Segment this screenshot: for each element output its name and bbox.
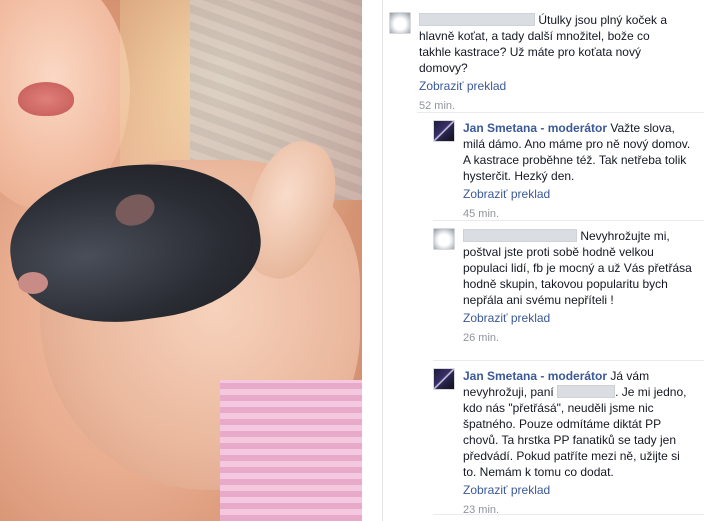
see-translation-link[interactable]: Zobraziť preklad (463, 310, 695, 326)
divider (417, 112, 704, 113)
comment-text: Jan Smetana - moderátor Já vám nevyhrožu… (463, 368, 693, 480)
kitten-nose (18, 272, 48, 294)
cat-avatar-icon[interactable] (433, 228, 455, 250)
comment-timestamp[interactable]: 26 min. (463, 330, 695, 346)
divider (433, 514, 704, 515)
divider (433, 220, 704, 221)
comment-text: Jan Smetana - moderátor Važte slova, mil… (463, 120, 693, 184)
reply: Jan Smetana - moderátor Važte slova, mil… (433, 120, 703, 222)
moderator-avatar-icon[interactable] (433, 120, 455, 142)
redacted-name (557, 385, 616, 398)
see-translation-link[interactable]: Zobraziť preklad (419, 78, 669, 94)
redacted-author-name[interactable] (419, 13, 535, 26)
comment-timestamp[interactable]: 23 min. (463, 502, 693, 518)
comment-text: Nevyhrožujte mi, poštval jste proti sobě… (463, 228, 695, 308)
comment-body-continued: . Je mi jedno, kdo nás "přetřásá", neudě… (463, 385, 687, 479)
comment: Útulky jsou plný koček a hlavně koťat, a… (389, 12, 689, 114)
author-name[interactable]: Jan Smetana - moderátor (463, 369, 607, 383)
cat-avatar-icon[interactable] (389, 12, 411, 34)
reply: Jan Smetana - moderátor Já vám nevyhrožu… (433, 368, 703, 518)
pink-sleeve (220, 380, 362, 521)
see-translation-link[interactable]: Zobraziť preklad (463, 482, 693, 498)
moderator-avatar-icon[interactable] (433, 368, 455, 390)
comments-panel: Útulky jsou plný koček a hlavně koťat, a… (382, 0, 704, 521)
child-lips (18, 82, 74, 116)
comment-text: Útulky jsou plný koček a hlavně koťat, a… (419, 12, 669, 76)
redacted-author-name[interactable] (463, 229, 577, 242)
reply: Nevyhrožujte mi, poštval jste proti sobě… (433, 228, 703, 346)
see-translation-link[interactable]: Zobraziť preklad (463, 186, 693, 202)
author-name[interactable]: Jan Smetana - moderátor (463, 121, 607, 135)
post-photo[interactable] (0, 0, 362, 521)
divider (433, 360, 704, 361)
